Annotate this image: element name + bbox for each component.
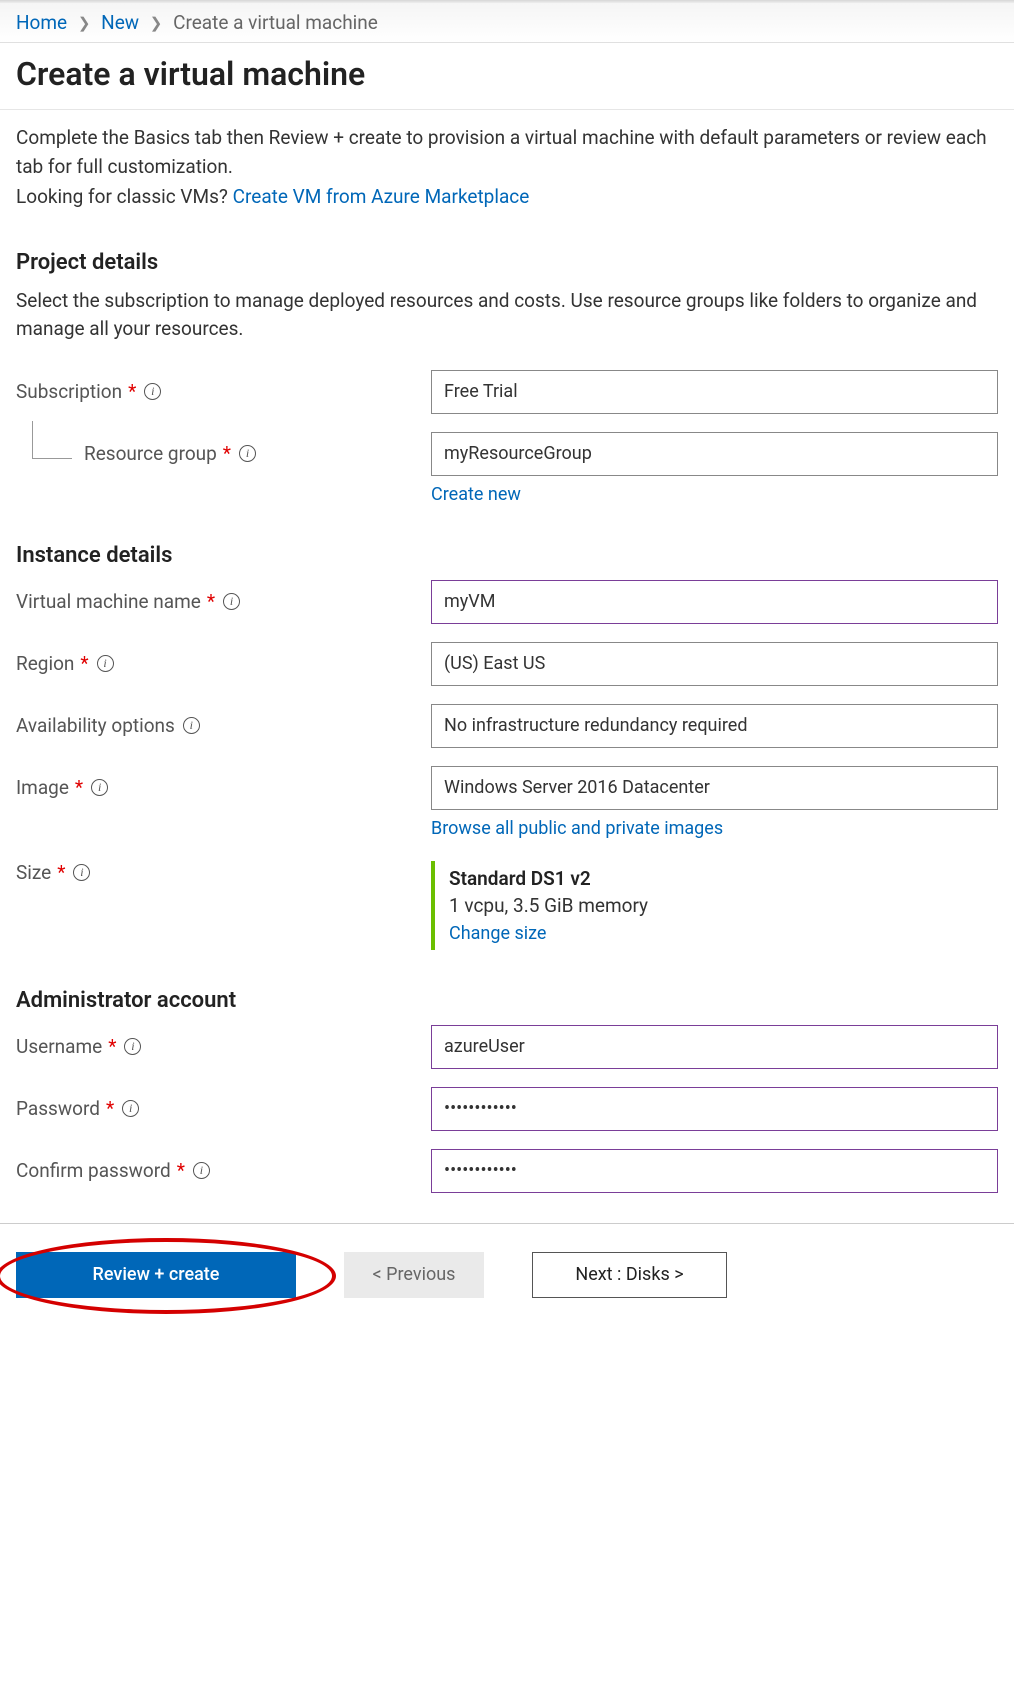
username-label: Username (16, 1035, 102, 1058)
chevron-right-icon: ❯ (150, 14, 163, 32)
required-indicator: * (57, 861, 65, 884)
vm-name-input[interactable] (431, 580, 998, 624)
info-icon[interactable]: i (124, 1038, 141, 1055)
breadcrumb-current: Create a virtual machine (173, 11, 378, 34)
size-display: Standard DS1 v2 1 vcpu, 3.5 GiB memory C… (431, 861, 998, 950)
admin-account-heading: Administrator account (16, 988, 998, 1013)
availability-select[interactable] (431, 704, 998, 748)
info-icon[interactable]: i (144, 383, 161, 400)
page-title: Create a virtual machine (0, 43, 1014, 110)
info-icon[interactable]: i (73, 864, 90, 881)
required-indicator: * (108, 1035, 116, 1058)
vm-name-label: Virtual machine name (16, 590, 201, 613)
info-icon[interactable]: i (223, 593, 240, 610)
size-name: Standard DS1 v2 (449, 867, 998, 890)
tree-connector-icon (16, 439, 72, 469)
create-vm-marketplace-link[interactable]: Create VM from Azure Marketplace (233, 185, 530, 208)
required-indicator: * (80, 652, 88, 675)
required-indicator: * (177, 1159, 185, 1182)
region-label: Region (16, 652, 74, 675)
required-indicator: * (75, 776, 83, 799)
previous-button[interactable]: < Previous (344, 1252, 484, 1298)
classic-vm-prompt: Looking for classic VMs? (16, 185, 233, 208)
required-indicator: * (223, 442, 231, 465)
project-details-desc: Select the subscription to manage deploy… (16, 287, 998, 344)
info-icon[interactable]: i (97, 655, 114, 672)
browse-images-link[interactable]: Browse all public and private images (431, 818, 723, 839)
create-new-resource-group-link[interactable]: Create new (431, 484, 521, 505)
subscription-label: Subscription (16, 380, 122, 403)
password-label: Password (16, 1097, 100, 1120)
next-disks-button[interactable]: Next : Disks > (532, 1252, 727, 1298)
info-icon[interactable]: i (193, 1162, 210, 1179)
footer-bar: Review + create < Previous Next : Disks … (0, 1223, 1014, 1338)
image-select[interactable] (431, 766, 998, 810)
required-indicator: * (106, 1097, 114, 1120)
confirm-password-input[interactable] (431, 1149, 998, 1193)
size-description: 1 vcpu, 3.5 GiB memory (449, 894, 998, 917)
confirm-password-label: Confirm password (16, 1159, 171, 1182)
info-icon[interactable]: i (239, 445, 256, 462)
breadcrumb-home[interactable]: Home (16, 11, 67, 34)
breadcrumb: Home ❯ New ❯ Create a virtual machine (0, 3, 1014, 43)
image-label: Image (16, 776, 69, 799)
review-create-button[interactable]: Review + create (16, 1252, 296, 1298)
resource-group-label: Resource group (84, 442, 217, 465)
intro-text: Complete the Basics tab then Review + cr… (16, 124, 998, 181)
required-indicator: * (128, 380, 136, 403)
username-input[interactable] (431, 1025, 998, 1069)
region-select[interactable] (431, 642, 998, 686)
required-indicator: * (207, 590, 215, 613)
chevron-right-icon: ❯ (78, 14, 91, 32)
info-icon[interactable]: i (183, 717, 200, 734)
size-label: Size (16, 861, 51, 884)
instance-details-heading: Instance details (16, 543, 998, 568)
password-input[interactable] (431, 1087, 998, 1131)
breadcrumb-new[interactable]: New (101, 11, 139, 34)
availability-label: Availability options (16, 714, 175, 737)
change-size-link[interactable]: Change size (449, 923, 546, 944)
info-icon[interactable]: i (91, 779, 108, 796)
subscription-select[interactable] (431, 370, 998, 414)
resource-group-select[interactable] (431, 432, 998, 476)
info-icon[interactable]: i (122, 1100, 139, 1117)
project-details-heading: Project details (16, 250, 998, 275)
